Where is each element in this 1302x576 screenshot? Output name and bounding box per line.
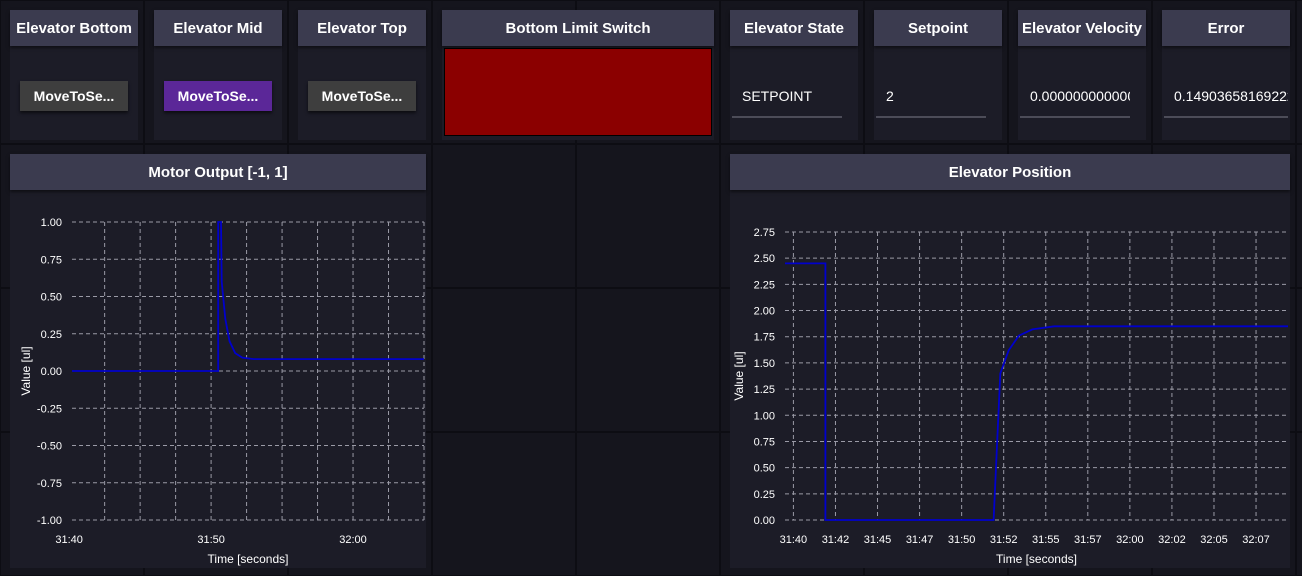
elevator-velocity-field	[1020, 76, 1130, 118]
y-tick-label: 0.75	[754, 436, 775, 448]
y-axis-label: Value [ul]	[732, 351, 746, 400]
elevator-position-chart: 2.75 2.50 2.25 2.00 1.75 1.50 1.25 1.00 0.75 0.50…	[732, 227, 1288, 566]
tile-title: Bottom Limit Switch	[442, 10, 714, 46]
tile-title: Elevator Mid	[154, 10, 282, 46]
tile-title: Elevator State	[730, 10, 858, 46]
elevator-mid-tile: Elevator Mid MoveToSe...	[154, 10, 282, 140]
setpoint-input[interactable]	[886, 76, 986, 116]
tile-title: Elevator Velocity	[1018, 10, 1146, 46]
y-axis-label: Value [ul]	[19, 346, 33, 395]
x-tick-label: 32:05	[1200, 534, 1228, 546]
y-tick-label: 0.75	[41, 254, 62, 266]
y-tick-label: 0.50	[41, 292, 62, 304]
x-tick-label: 31:52	[990, 534, 1018, 546]
error-field	[1164, 76, 1288, 118]
y-tick-label: 2.75	[754, 227, 775, 239]
y-tick-label: 1.00	[754, 410, 775, 422]
x-tick-label: 31:50	[197, 534, 225, 546]
y-tick-label: 1.50	[754, 358, 775, 370]
x-tick-label: 31:47	[906, 534, 934, 546]
elevator-state-tile: Elevator State	[730, 10, 858, 140]
series-line	[785, 262, 1288, 521]
y-tick-label: 2.25	[754, 279, 775, 291]
x-tick-label: 32:00	[339, 534, 367, 546]
y-tick-label: -1.00	[37, 515, 62, 527]
x-axis-label: Time [seconds]	[208, 552, 289, 566]
y-tick-label: -0.25	[37, 403, 62, 415]
y-tick-label: -0.50	[37, 441, 62, 453]
x-tick-label: 31:40	[55, 534, 83, 546]
error-input[interactable]	[1174, 76, 1288, 116]
motor-output-chart: 1.00 0.75 0.50 0.25 0.00 -0.25 -0.50 -0.75 -1.00…	[19, 217, 425, 566]
graph-title: Motor Output [-1, 1]	[10, 154, 426, 190]
y-tick-label: 2.00	[754, 306, 775, 318]
error-tile: Error	[1162, 10, 1290, 140]
setpoint-tile: Setpoint	[874, 10, 1002, 140]
tile-title: Elevator Bottom	[10, 10, 138, 46]
y-tick-label: 1.75	[754, 332, 775, 344]
y-tick-label: 0.00	[754, 515, 775, 527]
elevator-state-field	[732, 76, 842, 118]
elevator-bottom-tile: Elevator Bottom MoveToSe...	[10, 10, 138, 140]
y-tick-label: -0.75	[37, 478, 62, 490]
x-tick-label: 31:42	[822, 534, 850, 546]
elevator-velocity-tile: Elevator Velocity	[1018, 10, 1146, 140]
elevator-state-input[interactable]	[742, 76, 842, 116]
y-tick-label: 1.25	[754, 384, 775, 396]
tile-title: Elevator Top	[298, 10, 426, 46]
y-tick-label: 0.25	[41, 329, 62, 341]
setpoint-field	[876, 76, 986, 118]
y-tick-label: 1.00	[41, 217, 62, 229]
y-tick-label: 0.50	[754, 463, 775, 475]
x-tick-label: 32:00	[1116, 534, 1144, 546]
bottom-limit-switch-tile: Bottom Limit Switch	[442, 10, 714, 140]
bottom-limit-switch-indicator	[444, 48, 712, 136]
x-tick-label: 32:02	[1158, 534, 1186, 546]
elevator-bottom-button[interactable]: MoveToSe...	[20, 81, 128, 111]
x-tick-label: 31:45	[864, 534, 892, 546]
y-tick-label: 0.00	[41, 366, 62, 378]
elevator-mid-button[interactable]: MoveToSe...	[164, 81, 272, 111]
elevator-top-button[interactable]: MoveToSe...	[308, 81, 416, 111]
x-axis-label: Time [seconds]	[996, 552, 1077, 566]
x-tick-label: 31:55	[1032, 534, 1060, 546]
motor-output-graph: Motor Output [-1, 1] 1.00 0.75 0.50 0.25 0.0…	[10, 154, 426, 568]
elevator-top-tile: Elevator Top MoveToSe...	[298, 10, 426, 140]
elevator-velocity-input[interactable]	[1030, 76, 1130, 116]
x-tick-label: 31:40	[780, 534, 808, 546]
x-tick-label: 32:07	[1242, 534, 1270, 546]
graph-title: Elevator Position	[730, 154, 1290, 190]
x-tick-label: 31:57	[1074, 534, 1102, 546]
y-tick-label: 2.50	[754, 253, 775, 265]
x-tick-label: 31:50	[948, 534, 976, 546]
tile-title: Error	[1162, 10, 1290, 46]
y-tick-label: 0.25	[754, 489, 775, 501]
tile-title: Setpoint	[874, 10, 1002, 46]
elevator-position-graph: Elevator Position 2.75 2.50 2.25 2.00 1.75 1.…	[730, 154, 1290, 568]
